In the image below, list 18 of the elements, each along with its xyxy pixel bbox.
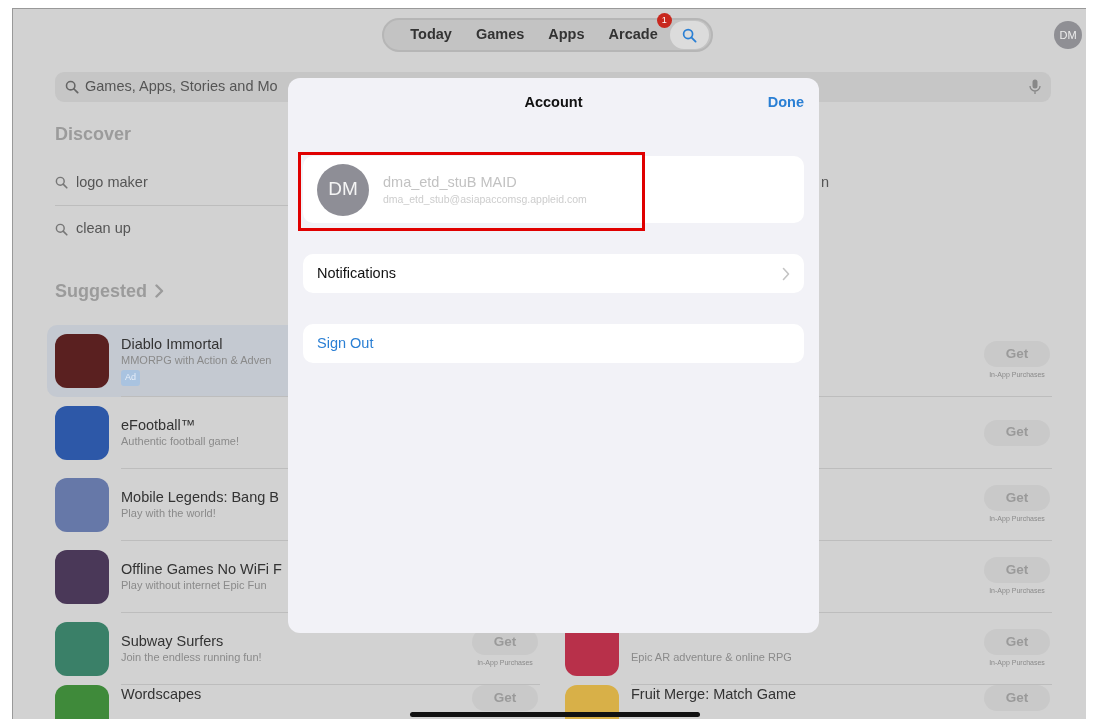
sheet-title: Account: [524, 93, 583, 113]
app-name: Wordscapes: [121, 685, 202, 703]
app-name: eFootball™: [121, 416, 196, 434]
app-name: Mobile Legends: Bang B: [121, 488, 279, 506]
app-subtitle: Join the endless running fun!: [121, 650, 262, 665]
row-label: Notifications: [317, 263, 396, 283]
app-subtitle: Play with the world!: [121, 506, 216, 521]
avatar: DM: [317, 163, 369, 216]
account-name: dma_etd_stuB MAID: [383, 173, 518, 192]
app-subtitle: MMORPG with Action & Adven: [121, 353, 272, 369]
app-name: Fruit Merge: Match Game: [631, 685, 797, 703]
app-subtitle: Epic AR adventure & online RPG: [631, 650, 792, 665]
app-subtitle: Authentic football game!: [121, 434, 240, 449]
app-name: Diablo Immortal: [121, 335, 223, 354]
app-name: Subway Surfers: [121, 632, 224, 650]
app-name: Offline Games No WiFi F: [121, 560, 282, 578]
app-subtitle: Play without internet Epic Fun: [121, 578, 267, 593]
notification-badge: 1: [656, 13, 672, 28]
